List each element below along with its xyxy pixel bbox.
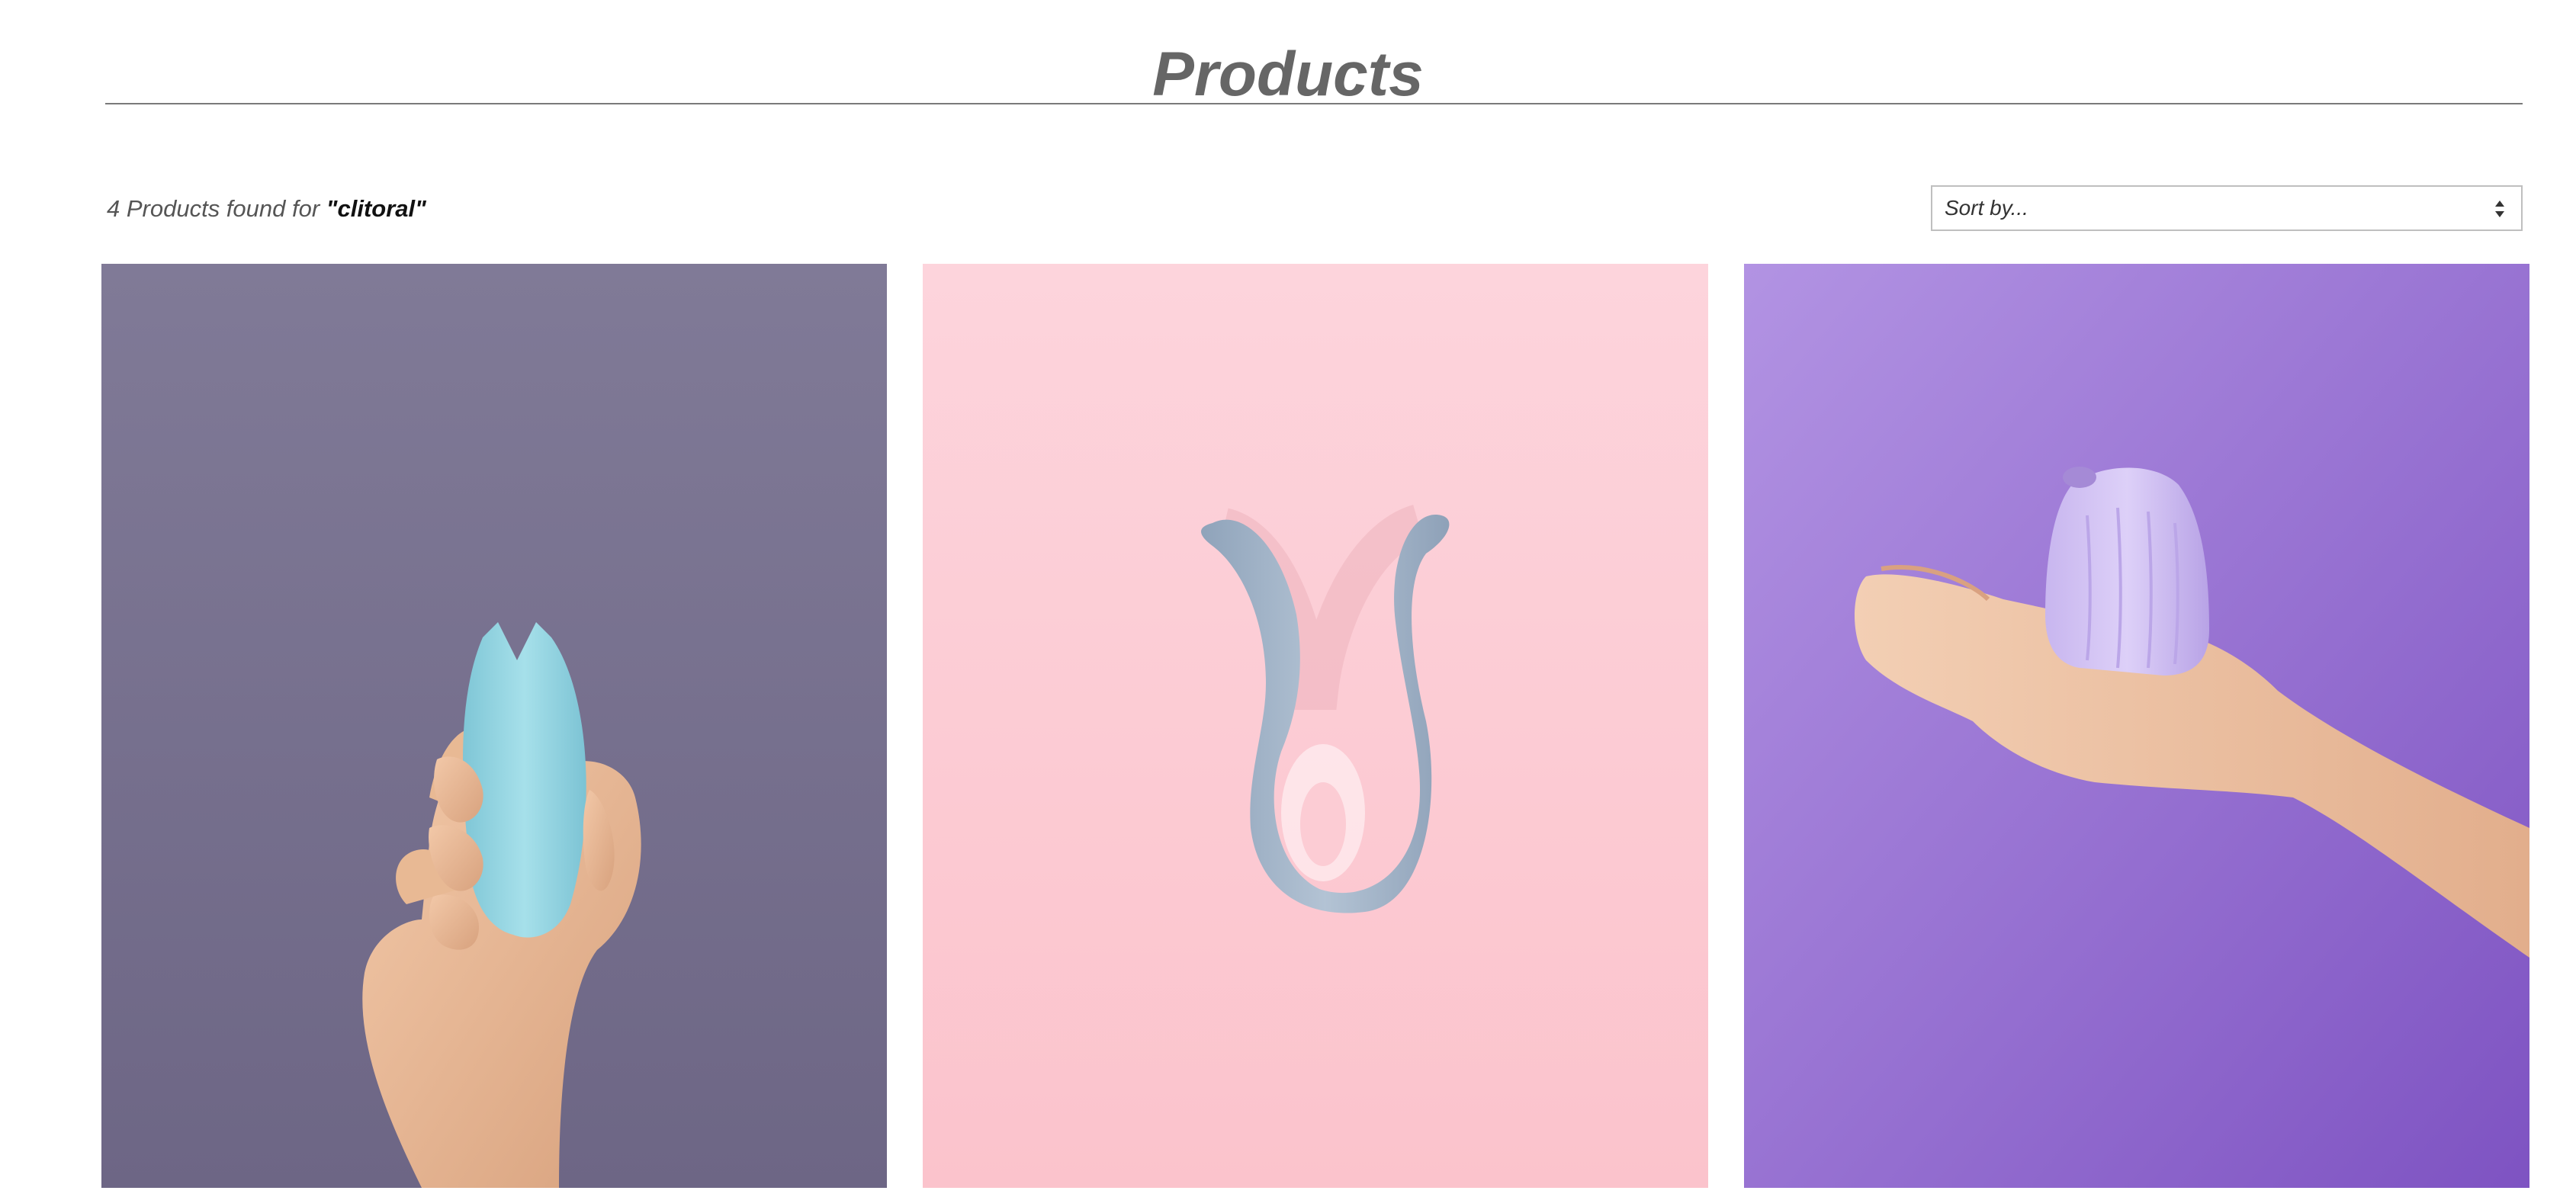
- title-divider: [105, 103, 2523, 104]
- sort-arrows-icon: [2495, 201, 2504, 217]
- sort-dropdown-label: Sort by...: [1945, 196, 2028, 220]
- product-card[interactable]: [923, 264, 1708, 1188]
- product-image[interactable]: [923, 264, 1708, 1188]
- results-summary: 4 Products found for "clitoral": [107, 194, 426, 224]
- product-card[interactable]: [101, 264, 887, 1188]
- product-card[interactable]: [1744, 264, 2529, 1188]
- search-query-text: "clitoral": [326, 195, 426, 222]
- page-title: Products: [1152, 39, 1424, 109]
- product-image[interactable]: [101, 264, 887, 1188]
- product-image[interactable]: [1744, 264, 2529, 1188]
- sort-dropdown[interactable]: Sort by...: [1931, 185, 2523, 231]
- results-count-text: 4 Products found for: [107, 195, 326, 222]
